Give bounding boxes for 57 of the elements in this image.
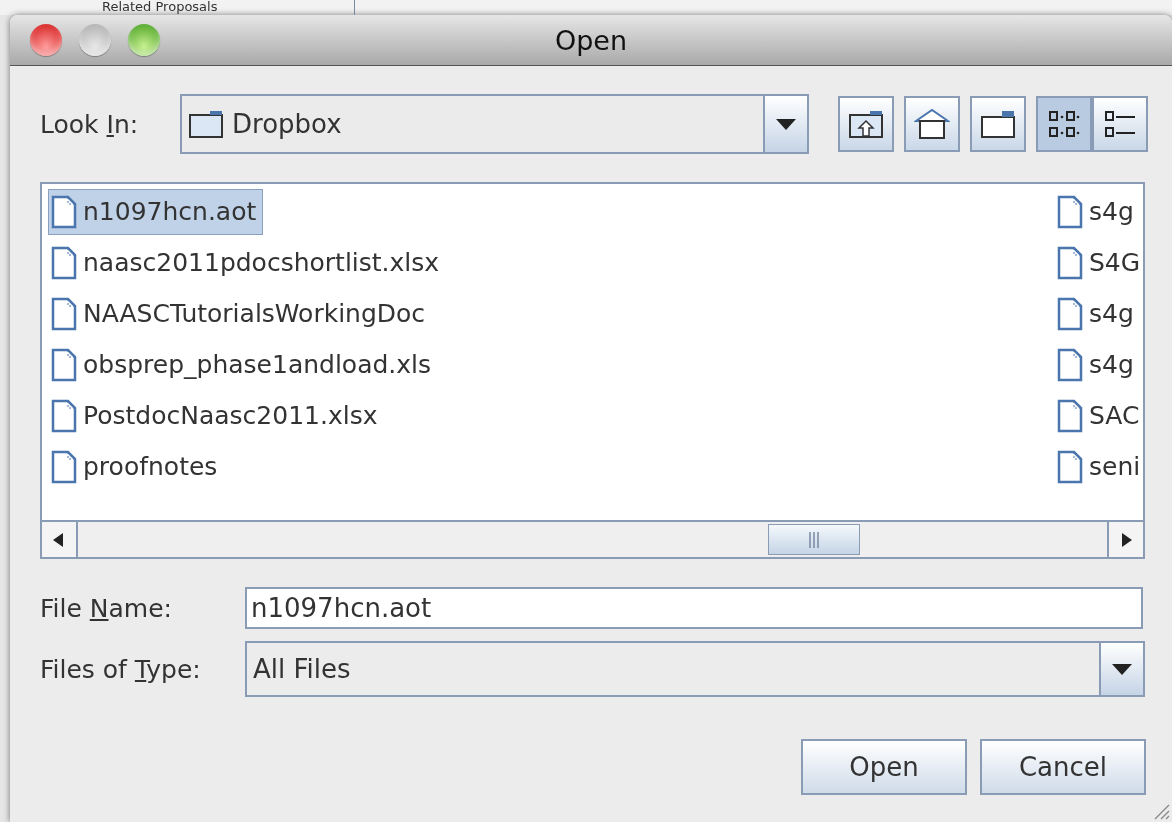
folder-icon — [980, 109, 1016, 139]
file-item[interactable]: naasc2011pdocshortlist.xlsx — [48, 239, 447, 286]
file-item[interactable]: s4g — [1054, 188, 1141, 235]
close-button[interactable] — [30, 24, 62, 56]
home-button[interactable] — [904, 96, 960, 152]
files-of-type-label: Files of Type: — [40, 654, 202, 684]
document-icon — [51, 449, 77, 484]
list-view-icon — [1047, 108, 1081, 140]
file-item[interactable]: n1097hcn.aot — [48, 188, 264, 235]
cancel-button[interactable]: Cancel — [980, 739, 1146, 795]
look-in-dropdown[interactable]: Dropbox — [180, 94, 809, 154]
scroll-right-button[interactable] — [1107, 522, 1143, 557]
file-item[interactable]: s4g — [1054, 341, 1141, 388]
document-icon — [51, 347, 77, 382]
resize-grip-icon[interactable] — [1152, 802, 1170, 820]
file-item[interactable]: S4G — [1054, 239, 1143, 286]
open-button[interactable]: Open — [801, 739, 967, 795]
file-name-label: File Name: — [40, 593, 173, 623]
caret-icon — [1112, 662, 1132, 676]
document-icon — [51, 194, 77, 229]
document-icon — [51, 245, 77, 280]
look-in-label: Look In: — [40, 109, 140, 139]
details-view-button[interactable] — [1092, 96, 1148, 152]
new-folder-button[interactable] — [970, 96, 1026, 152]
grip-icon — [808, 530, 820, 549]
document-icon — [1057, 398, 1083, 433]
file-item[interactable]: SAC — [1054, 392, 1143, 439]
document-icon — [51, 296, 77, 331]
document-icon — [1057, 449, 1083, 484]
horizontal-scrollbar[interactable] — [42, 520, 1143, 557]
home-icon — [914, 107, 950, 141]
folder-icon — [188, 109, 224, 139]
document-icon — [51, 398, 77, 433]
caret-icon — [776, 117, 796, 131]
document-icon — [1057, 245, 1083, 280]
file-name-field[interactable]: n1097hcn.aot — [245, 587, 1143, 629]
file-item[interactable]: NAASCTutorialsWorkingDoc — [48, 290, 433, 337]
file-item[interactable]: s4g — [1054, 290, 1141, 337]
file-item[interactable]: seni — [1054, 443, 1143, 490]
file-item[interactable]: proofnotes — [48, 443, 225, 490]
dropdown-arrow-button[interactable] — [1101, 643, 1143, 695]
file-item[interactable]: PostdocNaasc2011.xlsx — [48, 392, 385, 439]
document-icon — [1057, 296, 1083, 331]
folder-up-icon — [848, 109, 884, 139]
files-of-type-value: All Files — [253, 654, 351, 684]
files-of-type-dropdown[interactable]: All Files — [245, 641, 1145, 697]
scrollbar-thumb[interactable] — [768, 524, 860, 555]
list-view-button[interactable] — [1036, 96, 1092, 152]
up-folder-button[interactable] — [838, 96, 894, 152]
scroll-left-button[interactable] — [42, 522, 78, 557]
file-item[interactable]: obsprep_phase1andload.xls — [48, 341, 439, 388]
document-icon — [1057, 347, 1083, 382]
look-in-value: Dropbox — [232, 109, 342, 139]
document-icon — [1057, 194, 1083, 229]
details-view-icon — [1103, 108, 1137, 140]
window-title: Open — [554, 24, 628, 56]
dropdown-arrow-button[interactable] — [765, 96, 807, 152]
